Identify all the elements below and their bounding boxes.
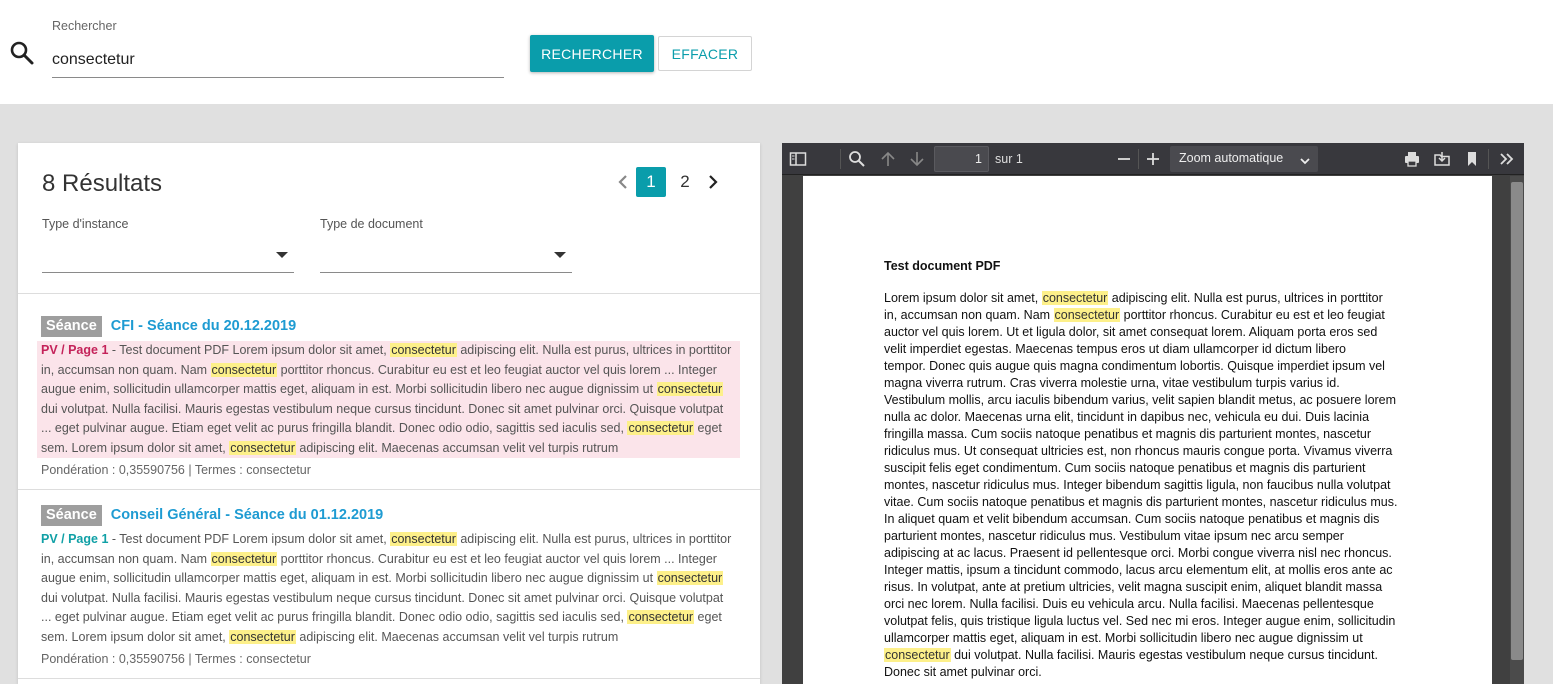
chevron-right-icon[interactable] xyxy=(702,167,724,197)
scrollbar[interactable] xyxy=(1510,176,1524,684)
pdf-text-line: risus. In volutpat, ante at pretium ultr… xyxy=(884,580,1383,594)
find-icon[interactable] xyxy=(846,148,868,170)
result-snippet: PV / Page 1 - Test document PDF Lorem ip… xyxy=(37,341,740,458)
filter-document-type: Type de document xyxy=(320,217,572,273)
pdf-text-line: vitae. Cum sociis natoque penatibus et m… xyxy=(884,495,1398,509)
pdf-text-line: velit imperdiet egestas. Maecenas tempus… xyxy=(884,342,1347,356)
instance-type-select[interactable] xyxy=(42,239,294,273)
pdf-text-line: suscipit felis eget condimentum. Cum soc… xyxy=(884,461,1366,475)
results-panel: 8 Résultats 1 2 Type d'instance Type de … xyxy=(18,143,760,684)
result-meta: Pondération : 0,35590756 | Termes : cons… xyxy=(41,652,311,666)
zoom-value: Zoom automatique xyxy=(1179,151,1284,165)
pdf-text-line: consectetur dui volutpat. Nulla facilisi… xyxy=(884,648,1378,662)
arrow-up-icon[interactable] xyxy=(877,148,899,170)
pdf-viewer: sur 1 Zoom automatique Test document P xyxy=(782,143,1524,684)
highlighted-term: consectetur xyxy=(884,648,951,662)
pdf-text-line: parturient montes, nascetur ridiculus mu… xyxy=(884,529,1344,543)
divider xyxy=(18,293,760,294)
filter-instance-type: Type d'instance xyxy=(42,217,294,273)
pdf-text-line: tempor. Donec quis augue quis magna cond… xyxy=(884,359,1385,373)
bookmark-icon[interactable] xyxy=(1461,148,1483,170)
filter-label: Type d'instance xyxy=(42,217,129,231)
highlighted-term: consectetur xyxy=(1053,308,1121,322)
toolbar-separator xyxy=(1138,149,1139,169)
toolbar-separator xyxy=(840,149,841,169)
pagination: 1 2 xyxy=(612,167,724,197)
result-snippet: PV / Page 1 - Test document PDF Lorem ip… xyxy=(37,530,740,647)
pdf-text-line: adipiscing at ac lacus. Praesent id pell… xyxy=(884,546,1392,560)
highlighted-term: consectetur xyxy=(210,551,278,566)
page-count: sur 1 xyxy=(995,152,1023,166)
highlighted-term: consectetur xyxy=(656,571,724,585)
highlighted-term: consectetur xyxy=(656,382,724,396)
pdf-text-line: auctor vel quis lorem. Ut et ligula dolo… xyxy=(884,325,1378,339)
pdf-text-line: Donec sit amet pulvinar orci. xyxy=(884,665,1042,679)
search-icon xyxy=(9,40,35,66)
filter-label: Type de document xyxy=(320,217,423,231)
snippet-text: - Test document PDF Lorem ipsum dolor si… xyxy=(41,532,732,644)
arrow-down-icon[interactable] xyxy=(906,148,928,170)
pdf-text-line: orci nec lorem. Nulla facilisi. Duis eu … xyxy=(884,597,1374,611)
pdf-text-line: ullamcorper mattis eget, aliquam in est.… xyxy=(884,631,1363,645)
page-1-button[interactable]: 1 xyxy=(636,167,666,197)
highlighted-term: consectetur xyxy=(627,421,695,435)
snippet-text: - Test document PDF Lorem ipsum dolor si… xyxy=(41,343,732,455)
highlighted-term: consectetur xyxy=(1041,291,1109,305)
divider xyxy=(18,489,760,490)
download-icon[interactable] xyxy=(1431,148,1453,170)
highlighted-term: consectetur xyxy=(229,629,296,644)
pdf-text-line: montes, nascetur ridiculus mus. Integer … xyxy=(884,478,1391,492)
result-source: PV / Page 1 xyxy=(41,532,109,546)
divider xyxy=(18,678,760,679)
highlighted-term: consectetur xyxy=(627,610,695,624)
pdf-text-line: nulla ac dolor. Maecenas urna elit, tinc… xyxy=(884,410,1370,424)
dropdown-arrow-icon xyxy=(554,252,566,258)
status-badge: Séance xyxy=(41,315,102,337)
search-button[interactable]: RECHERCHER xyxy=(530,35,654,72)
pdf-text-line: in, accumsan non quam. Nam consectetur p… xyxy=(884,308,1385,322)
highlighted-term: consectetur xyxy=(210,362,278,377)
pdf-text-line: volutpat felis, quis tristique ligula lu… xyxy=(884,614,1396,628)
results-count: 8 Résultats xyxy=(42,170,163,197)
sidebar-toggle-icon[interactable] xyxy=(787,148,809,170)
pdf-text-line: In aliquet quam et velit bibendum accums… xyxy=(884,512,1380,526)
search-label: Rechercher xyxy=(52,19,117,33)
pdf-page: Test document PDF Lorem ipsum dolor sit … xyxy=(803,176,1492,684)
pdf-text-line: magna viverra rutrum. Cras viverra moles… xyxy=(884,376,1340,390)
pdf-toolbar: sur 1 Zoom automatique xyxy=(782,143,1524,175)
result-title-link[interactable]: CFI - Séance du 20.12.2019 xyxy=(111,318,296,334)
page-number-input[interactable] xyxy=(934,146,989,172)
document-type-select[interactable] xyxy=(320,239,572,273)
zoom-in-icon[interactable] xyxy=(1142,148,1164,170)
pdf-text-line: fringilla massa. Cum sociis natoque pena… xyxy=(884,427,1372,441)
result-title-link[interactable]: Conseil Général - Séance du 01.12.2019 xyxy=(111,507,383,523)
dropdown-arrow-icon xyxy=(276,252,288,258)
chevron-left-icon[interactable] xyxy=(612,167,634,197)
highlighted-term: consectetur xyxy=(229,440,296,455)
clear-button[interactable]: EFFACER xyxy=(658,36,752,71)
print-icon[interactable] xyxy=(1401,148,1423,170)
result-meta: Pondération : 0,35590756 | Termes : cons… xyxy=(41,463,311,477)
toolbar-separator xyxy=(1488,149,1489,169)
highlighted-term: consectetur xyxy=(390,343,457,357)
pdf-text-line: Lorem ipsum dolor sit amet, consectetur … xyxy=(884,291,1383,305)
zoom-out-icon[interactable] xyxy=(1113,148,1135,170)
pdf-text-line: ridiculus mus. Ut consequat ultricies es… xyxy=(884,444,1393,458)
pdf-text-line: Integer mattis, ipsum a tincidunt commod… xyxy=(884,563,1393,577)
pdf-text-line: Vestibulum mollis, arcu iaculis bibendum… xyxy=(884,393,1397,407)
zoom-select[interactable]: Zoom automatique xyxy=(1170,146,1318,172)
search-input[interactable] xyxy=(52,42,504,78)
more-tools-icon[interactable] xyxy=(1496,148,1518,170)
pdf-document-title: Test document PDF xyxy=(884,259,1001,273)
scrollbar-thumb[interactable] xyxy=(1511,182,1523,660)
search-bar: Rechercher RECHERCHER EFFACER xyxy=(0,0,1553,104)
highlighted-term: consectetur xyxy=(390,532,457,546)
chevron-down-icon xyxy=(1300,154,1310,168)
page-2-button[interactable]: 2 xyxy=(670,167,700,197)
result-source: PV / Page 1 xyxy=(41,343,109,357)
pdf-document-body: Lorem ipsum dolor sit amet, consectetur … xyxy=(884,290,1424,681)
status-badge: Séance xyxy=(41,504,102,526)
